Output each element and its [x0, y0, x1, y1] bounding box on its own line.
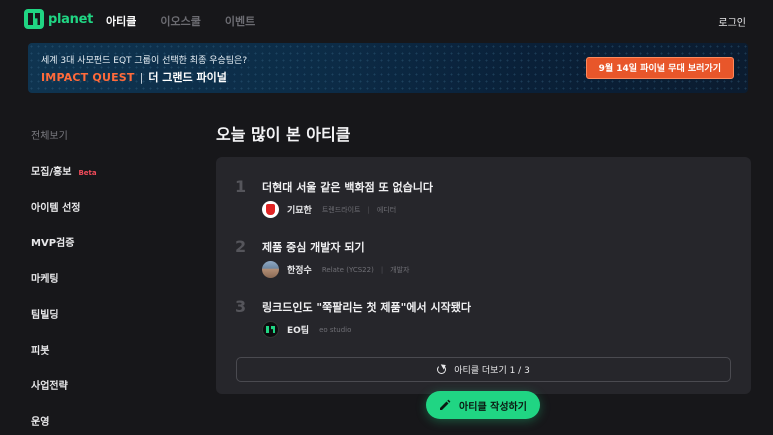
nav-tab-eo-school[interactable]: 이오스쿨 — [160, 13, 200, 29]
sidebar-item-label: 모집/홍보 — [31, 167, 72, 178]
article-meta: 한정수 Relate (YCS22) | 개발자 — [262, 261, 410, 278]
impact-quest-brand: IMPACT QUEST — [41, 70, 135, 84]
author-company: 트렌드라이트 — [321, 205, 361, 214]
sidebar-item-strategy[interactable]: 사업전략 — [31, 377, 68, 392]
sidebar-item-label: 아이템 선정 — [31, 203, 81, 214]
sidebar-item-label: MVP검증 — [31, 238, 75, 249]
page-title: 오늘 많이 본 아티클 — [216, 125, 351, 144]
sidebar-item-label: 피봇 — [31, 346, 50, 357]
sidebar-item-recruit[interactable]: 모집/홍보 Beta — [31, 163, 97, 178]
sidebar-item-marketing[interactable]: 마케팅 — [31, 270, 59, 285]
article-rank: 2 — [235, 237, 247, 256]
sidebar-item-label: 마케팅 — [31, 274, 59, 285]
logo-text: planet — [48, 11, 94, 27]
eo-logo-icon — [24, 9, 44, 29]
sidebar-item-label: 전체보기 — [31, 131, 68, 142]
author-company: eo studio — [319, 325, 352, 334]
write-article-button[interactable]: 아티클 작성하기 — [426, 391, 540, 419]
sidebar-item-team-building[interactable]: 팀빌딩 — [31, 306, 59, 321]
write-article-label: 아티클 작성하기 — [459, 401, 527, 413]
avatar — [262, 201, 279, 218]
meta-separator: | — [367, 205, 370, 214]
author-name: 기묘한 — [287, 206, 312, 216]
article-meta: EO팀 eo studio — [262, 321, 351, 338]
nav-tab-articles[interactable]: 아티클 — [106, 13, 136, 29]
watch-final-button[interactable]: 9월 14일 파이널 무대 보러가기 — [585, 57, 734, 79]
article-meta: 기묘한 트렌드라이트 | 에디터 — [262, 201, 396, 218]
sidebar-item-pivot[interactable]: 피봇 — [31, 342, 49, 357]
article-rank: 3 — [235, 297, 247, 316]
main-nav: 아티클 이오스쿨 이벤트 — [106, 13, 279, 29]
sidebar-item-all[interactable]: 전체보기 — [31, 127, 68, 142]
more-articles-button[interactable]: 아티클 더보기 1 / 3 — [236, 357, 731, 382]
popular-articles-card: 1 더현대 서울 같은 백화점 또 없습니다 기묘한 트렌드라이트 | 에디터 … — [216, 157, 751, 394]
banner-subtitle: 더 그랜드 파이널 — [148, 71, 227, 84]
top-navbar: planet 아티클 이오스쿨 이벤트 로그인 — [0, 0, 773, 42]
author-company: Relate (YCS22) — [321, 265, 374, 274]
sidebar-item-mvp[interactable]: MVP검증 — [31, 234, 74, 249]
article-title[interactable]: 제품 중심 개발자 되기 — [262, 239, 365, 255]
nav-tab-events[interactable]: 이벤트 — [225, 13, 255, 29]
beta-badge: Beta — [78, 169, 97, 177]
avatar — [262, 261, 279, 278]
author-role: 개발자 — [390, 265, 410, 274]
article-title[interactable]: 링크드인도 "쭉팔리는 첫 제품"에서 시작됐다 — [262, 299, 471, 315]
promo-banner[interactable]: 세계 3대 사모펀드 EQT 그룹이 선택한 최종 우승팀은? IMPACT Q… — [28, 43, 748, 93]
author-role: 에디터 — [376, 205, 397, 214]
sidebar-item-item-selection[interactable]: 아이템 선정 — [31, 199, 80, 214]
sidebar-item-operations[interactable]: 운영 — [31, 413, 49, 428]
banner-subtitle-row: IMPACT QUEST | 더 그랜드 파이널 — [41, 69, 227, 85]
sidebar-item-label: 운영 — [31, 417, 50, 428]
avatar — [262, 321, 279, 338]
author-name: 한정수 — [287, 266, 312, 276]
author-name: EO팀 — [287, 326, 310, 336]
article-rank: 1 — [235, 177, 247, 196]
banner-divider: | — [139, 70, 144, 84]
sidebar-item-label: 사업전략 — [31, 381, 68, 392]
pencil-icon — [440, 399, 451, 410]
sidebar-item-label: 팀빌딩 — [31, 310, 59, 321]
refresh-icon — [437, 365, 447, 374]
banner-headline: 세계 3대 사모펀드 EQT 그룹이 선택한 최종 우승팀은? — [41, 56, 248, 66]
planet-logo[interactable]: planet — [24, 9, 93, 29]
meta-separator: | — [380, 265, 384, 274]
more-articles-label: 아티클 더보기 1 / 3 — [454, 366, 530, 376]
article-title[interactable]: 더현대 서울 같은 백화점 또 없습니다 — [262, 179, 433, 195]
login-link[interactable]: 로그인 — [718, 14, 746, 29]
